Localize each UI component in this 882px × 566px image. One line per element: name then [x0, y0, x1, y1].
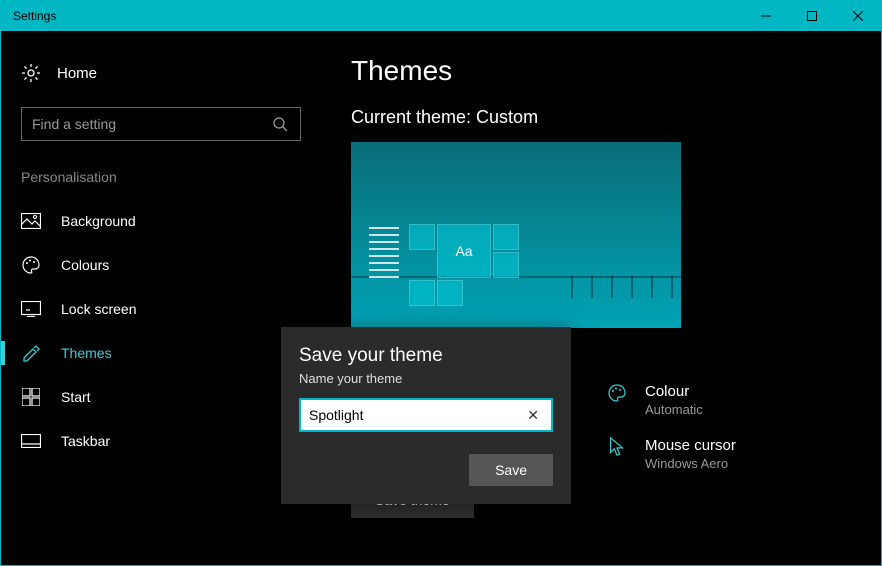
sidebar-item-taskbar[interactable]: Taskbar: [1, 419, 321, 463]
lockscreen-icon: [21, 299, 41, 319]
dialog-subtitle: Name your theme: [299, 371, 553, 386]
home-label: Home: [57, 65, 97, 82]
search-icon: [270, 114, 290, 134]
preview-sample-text: Aa: [437, 224, 491, 278]
theme-name-field[interactable]: ✕: [299, 398, 553, 432]
sidebar-item-start[interactable]: Start: [1, 375, 321, 419]
minimize-button[interactable]: [743, 1, 789, 31]
theme-preview: Aa: [351, 142, 681, 328]
theme-name-input[interactable]: [309, 407, 523, 423]
option-value: Windows Aero: [645, 456, 736, 471]
home-link[interactable]: Home: [1, 55, 321, 91]
save-theme-dialog: Save your theme Name your theme ✕ Save: [281, 327, 571, 504]
section-header: Personalisation: [1, 165, 321, 199]
taskbar-icon: [21, 431, 41, 451]
current-theme-label: Current theme: Custom: [351, 107, 851, 128]
search-input[interactable]: [32, 116, 270, 132]
option-colour[interactable]: Colour Automatic: [607, 383, 736, 417]
maximize-button[interactable]: [789, 1, 835, 31]
cursor-icon: [607, 437, 627, 457]
sidebar-item-label: Background: [61, 213, 136, 229]
content: Home Personalisation Background Colours …: [1, 31, 881, 565]
gear-icon: [21, 63, 41, 83]
sidebar-item-label: Themes: [61, 345, 112, 361]
palette-icon: [607, 383, 627, 403]
option-value: Automatic: [645, 402, 703, 417]
theme-options: Colour Automatic Mouse cursor Windows Ae…: [607, 383, 736, 491]
sidebar-item-label: Start: [61, 389, 91, 405]
close-button[interactable]: [835, 1, 881, 31]
dialog-title: Save your theme: [299, 345, 553, 367]
option-mouse-cursor[interactable]: Mouse cursor Windows Aero: [607, 437, 736, 471]
sidebar-item-colours[interactable]: Colours: [1, 243, 321, 287]
option-label: Colour: [645, 383, 703, 400]
settings-window: Settings Home Personalisation: [0, 0, 882, 566]
palette-icon: [21, 255, 41, 275]
sidebar-item-label: Lock screen: [61, 301, 136, 317]
clear-input-icon[interactable]: ✕: [523, 405, 543, 426]
themes-icon: [21, 343, 41, 363]
page-title: Themes: [351, 55, 851, 87]
window-title: Settings: [13, 9, 743, 23]
sidebar-item-label: Colours: [61, 257, 109, 273]
picture-icon: [21, 211, 41, 231]
sidebar-item-background[interactable]: Background: [1, 199, 321, 243]
sidebar-item-lockscreen[interactable]: Lock screen: [1, 287, 321, 331]
sidebar-item-themes[interactable]: Themes: [1, 331, 321, 375]
window-controls: [743, 1, 881, 31]
option-label: Mouse cursor: [645, 437, 736, 454]
sidebar-item-label: Taskbar: [61, 433, 110, 449]
dialog-save-button[interactable]: Save: [469, 454, 553, 486]
preview-start-menu: Aa: [369, 222, 539, 283]
search-box[interactable]: [21, 107, 301, 141]
start-icon: [21, 387, 41, 407]
sidebar: Home Personalisation Background Colours …: [1, 31, 321, 565]
titlebar: Settings: [1, 1, 881, 31]
